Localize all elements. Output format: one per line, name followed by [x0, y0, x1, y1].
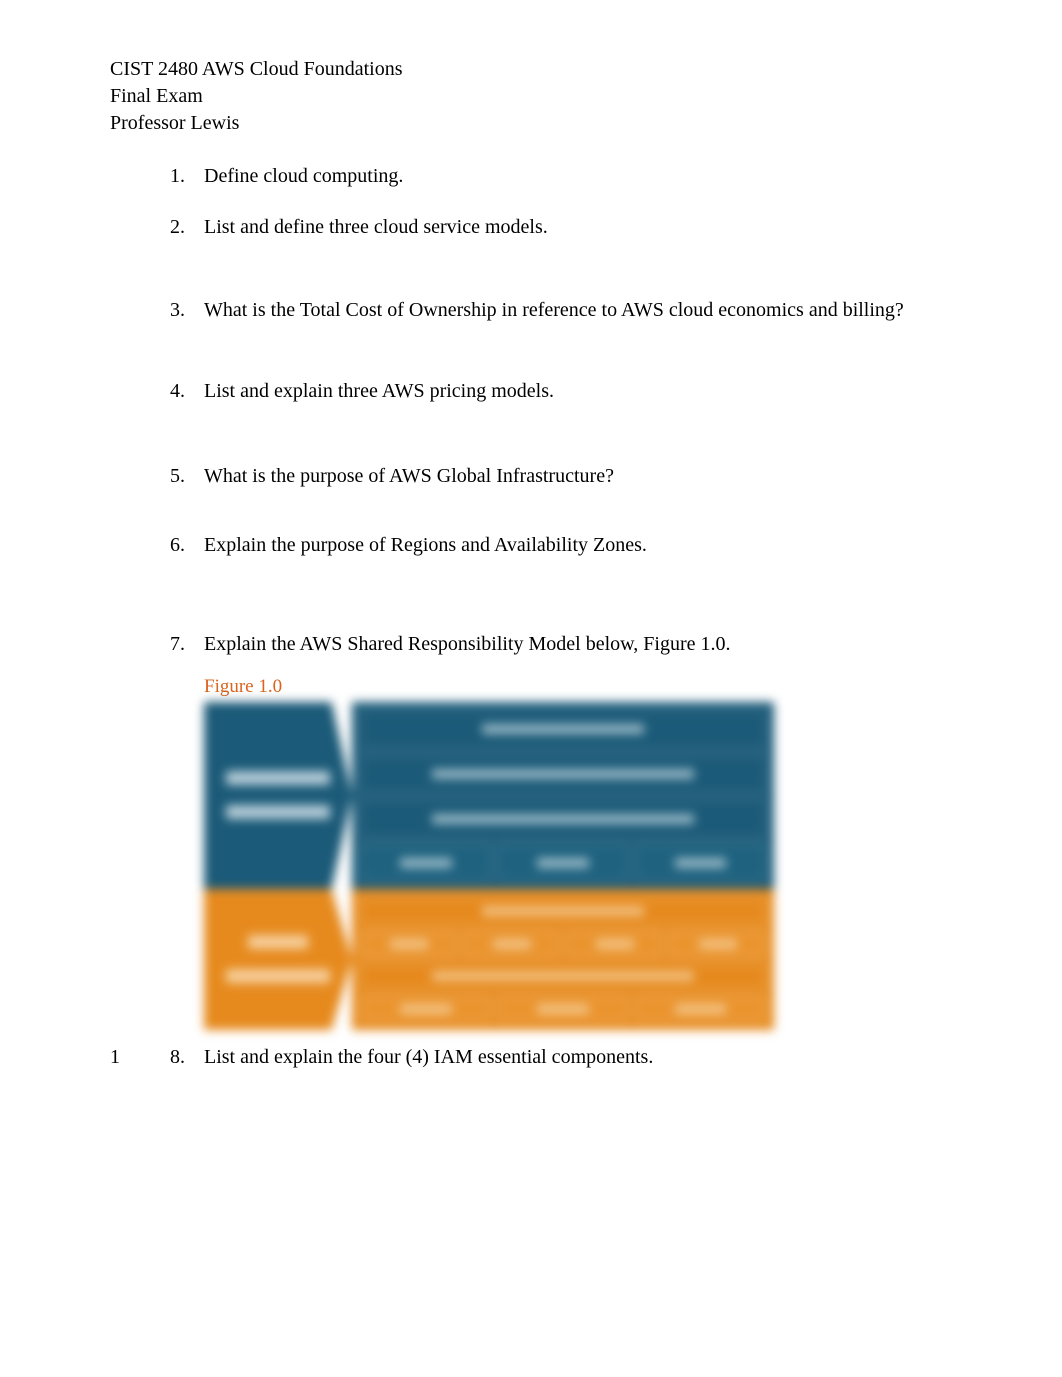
- diagram-row: [360, 963, 766, 991]
- course-code: CIST 2480 AWS Cloud Foundations: [110, 56, 952, 83]
- instructor-name: Professor Lewis: [110, 110, 952, 137]
- placeholder-text: [400, 858, 452, 868]
- question-text: What is the Total Cost of Ownership in r…: [204, 299, 904, 322]
- diagram-cell: [669, 931, 766, 957]
- aws-side-label: [204, 889, 352, 1030]
- placeholder-text: [432, 971, 694, 981]
- page-number: 1: [110, 1046, 120, 1069]
- question-item: 6. Explain the purpose of Regions and Av…: [170, 534, 952, 557]
- diagram-cell: [360, 931, 457, 957]
- question-item: 2. List and define three cloud service m…: [170, 216, 952, 239]
- question-text: Define cloud computing.: [204, 165, 403, 188]
- question-number: 4.: [170, 380, 204, 403]
- diagram-cell: [635, 844, 766, 881]
- document-title: Final Exam: [110, 83, 952, 110]
- question-item: 1. Define cloud computing.: [170, 165, 952, 188]
- placeholder-text: [226, 805, 330, 819]
- diagram-cell: [360, 996, 491, 1022]
- question-text: List and explain three AWS pricing model…: [204, 380, 554, 403]
- question-item: 5. What is the purpose of AWS Global Inf…: [170, 465, 952, 488]
- placeholder-text: [400, 1004, 452, 1014]
- placeholder-text: [493, 939, 531, 949]
- question-number: 1.: [170, 165, 204, 188]
- placeholder-text: [537, 1004, 589, 1014]
- figure-container: [110, 702, 952, 1030]
- figure-label: Figure 1.0: [110, 676, 952, 698]
- customer-responsibilities: [352, 702, 774, 889]
- placeholder-text: [699, 939, 737, 949]
- placeholder-text: [432, 814, 694, 824]
- question-item: 4. List and explain three AWS pricing mo…: [170, 380, 952, 403]
- placeholder-text: [482, 906, 644, 916]
- diagram-row: [360, 897, 766, 925]
- document-header: CIST 2480 AWS Cloud Foundations Final Ex…: [110, 56, 952, 137]
- question-text: What is the purpose of AWS Global Infras…: [204, 465, 614, 488]
- placeholder-text: [248, 935, 307, 949]
- diagram-cell: [635, 996, 766, 1022]
- question-number: 2.: [170, 216, 204, 239]
- question-number: 5.: [170, 465, 204, 488]
- question-list: 1. Define cloud computing. 2. List and d…: [110, 165, 952, 656]
- question-number: 6.: [170, 534, 204, 557]
- question-text: Explain the AWS Shared Responsibility Mo…: [204, 633, 731, 656]
- diagram-row: [360, 799, 766, 838]
- shared-responsibility-diagram: [204, 702, 774, 1030]
- placeholder-text: [390, 939, 428, 949]
- diagram-row: [360, 996, 766, 1022]
- question-text: Explain the purpose of Regions and Avail…: [204, 534, 647, 557]
- question-item: 3. What is the Total Cost of Ownership i…: [170, 299, 952, 322]
- customer-side-label: [204, 702, 352, 889]
- diagram-cell: [497, 996, 628, 1022]
- question-text: List and explain the four (4) IAM essent…: [204, 1046, 653, 1069]
- placeholder-text: [482, 724, 644, 734]
- question-number: 7.: [170, 633, 204, 656]
- question-item: 7. Explain the AWS Shared Responsibility…: [170, 633, 952, 656]
- placeholder-text: [675, 858, 727, 868]
- question-number: 3.: [170, 299, 204, 322]
- diagram-cell: [360, 844, 491, 881]
- diagram-row: [360, 931, 766, 957]
- question-item: 8. List and explain the four (4) IAM ess…: [170, 1046, 952, 1069]
- placeholder-text: [675, 1004, 727, 1014]
- diagram-cell: [463, 931, 560, 957]
- placeholder-text: [537, 858, 589, 868]
- customer-section: [204, 702, 774, 889]
- question-list-continued: 8. List and explain the four (4) IAM ess…: [110, 1046, 952, 1069]
- diagram-row: [360, 844, 766, 881]
- diagram-cell: [497, 844, 628, 881]
- diagram-row: [360, 710, 766, 749]
- question-text: List and define three cloud service mode…: [204, 216, 548, 239]
- aws-section: [204, 889, 774, 1030]
- diagram-cell: [566, 931, 663, 957]
- placeholder-text: [432, 769, 694, 779]
- placeholder-text: [596, 939, 634, 949]
- placeholder-text: [226, 969, 330, 983]
- placeholder-text: [226, 771, 330, 785]
- diagram-row: [360, 755, 766, 794]
- question-number: 8.: [170, 1046, 204, 1069]
- aws-responsibilities: [352, 889, 774, 1030]
